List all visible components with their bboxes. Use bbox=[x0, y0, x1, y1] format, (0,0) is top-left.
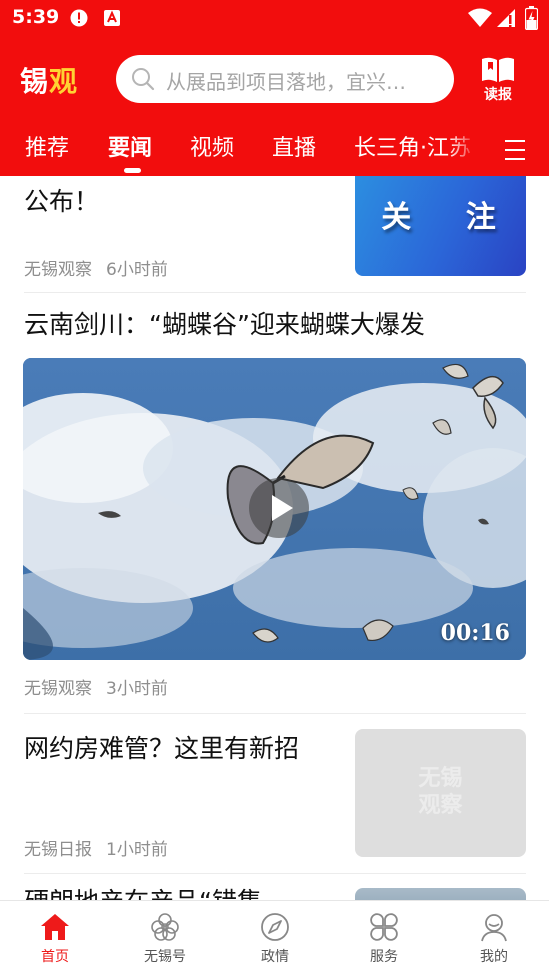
nav-services[interactable]: 服务 bbox=[349, 911, 419, 966]
news-source: 无锡日报 bbox=[24, 840, 92, 860]
news-item-partial[interactable]: 硬朗地产在产品“错集 bbox=[0, 887, 549, 900]
nav-label: 政情 bbox=[261, 949, 289, 965]
app-header: 锡观 从展品到项目落地，宜兴… 读报 推荐 要闻 视频 直播 长三角·江苏 bbox=[0, 38, 549, 176]
reader-label: 读报 bbox=[484, 87, 512, 103]
tab-live[interactable]: 直播 bbox=[272, 130, 316, 162]
open-book-icon bbox=[482, 57, 514, 82]
flower-icon bbox=[151, 913, 179, 941]
news-time: 3小时前 bbox=[106, 679, 168, 699]
news-meta: 无锡观察 3小时前 bbox=[24, 674, 168, 699]
tab-headlines[interactable]: 要闻 bbox=[108, 130, 152, 162]
logo-part-xi: 锡 bbox=[20, 65, 50, 98]
news-meta: 无锡日报 1小时前 bbox=[24, 835, 168, 860]
watermark-line-2: 观察 bbox=[418, 793, 463, 818]
news-source: 无锡观察 bbox=[24, 679, 92, 699]
news-item[interactable]: 网约房难管？这里有新招 无锡日报 1小时前 无锡 观察 bbox=[0, 729, 549, 874]
tab-video[interactable]: 视频 bbox=[190, 130, 234, 162]
read-newspaper-button[interactable]: 读报 bbox=[472, 54, 524, 104]
compass-icon bbox=[261, 913, 289, 941]
tab-recommend[interactable]: 推荐 bbox=[25, 130, 69, 162]
nav-wuxi-account[interactable]: 无锡号 bbox=[130, 911, 200, 966]
user-icon bbox=[481, 914, 507, 942]
bottom-navigation: 首页 无锡号 政情 服务 我的 bbox=[0, 900, 549, 977]
news-feed[interactable]: 公布！ 无锡观察 6小时前 关 注 云南剑川：“蝴蝶谷”迎来蝴蝶大爆发 00:1… bbox=[0, 176, 549, 900]
home-icon bbox=[41, 914, 69, 940]
thumbnail-watermark: 无锡 观察 bbox=[355, 765, 526, 819]
app-logo[interactable]: 锡观 bbox=[20, 60, 78, 100]
status-bar: 5:39 bbox=[0, 0, 549, 38]
search-icon bbox=[132, 68, 155, 91]
nav-politics[interactable]: 政情 bbox=[240, 911, 310, 966]
divider bbox=[24, 713, 526, 714]
nav-label: 首页 bbox=[41, 949, 69, 965]
grid-petals-icon bbox=[370, 913, 398, 941]
watermark-line-1: 无锡 bbox=[418, 766, 463, 791]
wifi-icon bbox=[468, 8, 492, 27]
news-title: 云南剑川：“蝴蝶谷”迎来蝴蝶大爆发 bbox=[24, 310, 425, 339]
signal-icon bbox=[497, 9, 515, 27]
channel-tabs: 推荐 要闻 视频 直播 长三角·江苏 bbox=[0, 124, 549, 176]
battery-charging-icon bbox=[525, 6, 538, 30]
status-time: 5:39 bbox=[12, 6, 60, 28]
nav-home[interactable]: 首页 bbox=[20, 911, 90, 966]
news-title: 硬朗地产在产品“错集 bbox=[24, 882, 344, 900]
video-player[interactable]: 00:16 bbox=[23, 358, 526, 660]
nav-profile[interactable]: 我的 bbox=[459, 911, 529, 966]
search-bar[interactable]: 从展品到项目落地，宜兴… bbox=[116, 55, 454, 103]
play-button[interactable] bbox=[249, 478, 309, 538]
nav-label: 服务 bbox=[370, 949, 398, 965]
active-tab-indicator bbox=[124, 168, 141, 173]
news-title: 网约房难管？这里有新招 bbox=[24, 734, 300, 763]
tab-fade bbox=[448, 124, 478, 176]
divider bbox=[24, 873, 526, 874]
news-thumbnail bbox=[355, 888, 526, 900]
search-placeholder: 从展品到项目落地，宜兴… bbox=[166, 70, 406, 94]
app-notification-icon bbox=[104, 10, 120, 26]
video-news-item[interactable]: 云南剑川：“蝴蝶谷”迎来蝴蝶大爆发 00:16 无锡观察 3小时前 bbox=[0, 176, 549, 714]
channel-menu-icon[interactable] bbox=[505, 140, 525, 167]
alert-circle-icon bbox=[70, 9, 88, 27]
news-time: 1小时前 bbox=[106, 840, 168, 860]
nav-label: 无锡号 bbox=[144, 949, 186, 965]
logo-part-guan: 观 bbox=[49, 65, 79, 98]
news-thumbnail-placeholder: 无锡 观察 bbox=[355, 729, 526, 857]
nav-label: 我的 bbox=[480, 949, 508, 965]
video-duration: 00:16 bbox=[440, 620, 510, 646]
